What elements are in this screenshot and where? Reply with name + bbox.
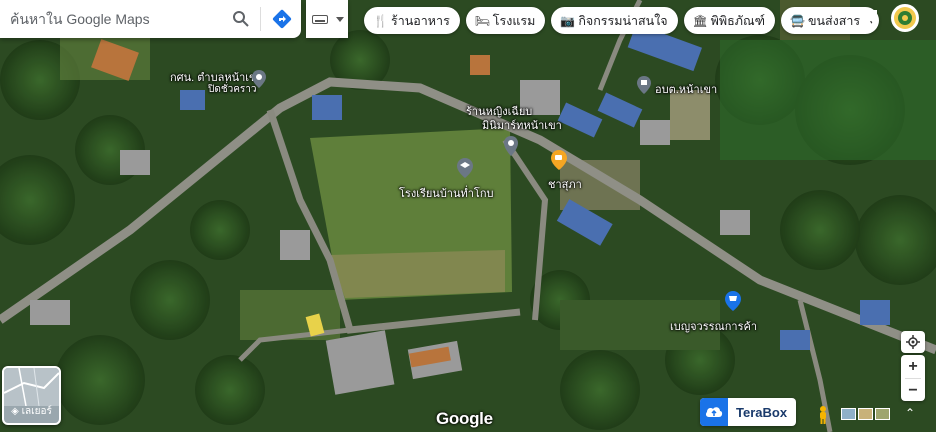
layers-preview — [4, 368, 59, 407]
my-location-button[interactable] — [901, 331, 925, 353]
chip-hotels[interactable]: 🛏 โรงแรม — [465, 7, 546, 34]
shopping-pin-icon[interactable] — [725, 291, 741, 311]
layers-stack-icon: ◈ — [11, 406, 19, 417]
shop-pin-icon[interactable] — [504, 136, 518, 156]
search-box — [0, 0, 301, 38]
layers-label: เลเยอร์ — [21, 406, 52, 417]
map-pin-icon[interactable] — [252, 70, 266, 88]
cafe-pin-icon[interactable] — [551, 150, 567, 170]
apps-grid-icon[interactable] — [861, 10, 879, 28]
keyboard-icon — [312, 14, 328, 24]
terabox-button[interactable]: TeraBox — [700, 398, 796, 426]
chip-label: กิจกรรมน่าสนใจ — [578, 13, 668, 28]
transit-icon: 🚍 — [789, 13, 805, 28]
chip-label: พิพิธภัณฑ์ — [710, 13, 765, 28]
location-target-icon — [906, 335, 920, 349]
separator — [260, 7, 261, 31]
zoom-out-button[interactable]: − — [901, 379, 925, 402]
place-label-store[interactable]: เบญจวรรณการค้า — [670, 317, 757, 335]
place-label-cha[interactable]: ชาสุภา — [548, 175, 582, 193]
chip-museums[interactable]: 🏛 พิพิธภัณฑ์ — [683, 7, 775, 34]
camera-icon: 📷 — [560, 13, 576, 28]
museum-icon: 🏛 — [692, 13, 708, 28]
zoom-in-button[interactable]: + — [901, 355, 925, 378]
cloud-upload-icon — [700, 398, 728, 426]
fork-knife-icon: 🍴 — [373, 13, 388, 28]
search-input[interactable] — [10, 11, 220, 27]
satellite-map[interactable] — [0, 0, 936, 432]
government-pin-icon[interactable] — [637, 76, 651, 94]
chip-label: ขนส่งสาร — [807, 13, 861, 28]
place-label-obt[interactable]: อบต.หน้าเขา — [655, 80, 717, 98]
expand-up-icon[interactable]: ⌃ — [905, 406, 915, 420]
account-avatar[interactable] — [891, 4, 919, 32]
zoom-controls: + − — [901, 355, 925, 401]
terabox-label: TeraBox — [736, 404, 788, 420]
chevron-down-icon — [336, 16, 344, 22]
pegman-icon[interactable] — [817, 406, 829, 424]
directions-button[interactable] — [267, 4, 297, 34]
layers-button[interactable]: ◈ เลเยอร์ — [2, 366, 61, 425]
google-logo: Google — [436, 409, 493, 428]
search-icon — [233, 11, 249, 27]
avatar-emblem-icon — [894, 7, 916, 29]
layers-label-row: ◈ เลเยอร์ — [4, 404, 59, 419]
imagery-thumbnails[interactable] — [841, 408, 890, 420]
chip-restaurants[interactable]: 🍴 ร้านอาหาร — [364, 7, 460, 34]
bed-icon: 🛏 — [474, 13, 491, 28]
directions-icon — [272, 9, 292, 29]
place-label-shop-line2: มินิมาร์ทหน้าเขา — [482, 120, 562, 132]
school-pin-icon[interactable] — [457, 158, 473, 178]
search-button[interactable] — [226, 4, 256, 34]
chip-label: ร้านอาหาร — [391, 13, 450, 28]
place-status: ปิดชั่วคราว — [208, 84, 257, 95]
chip-things-to-do[interactable]: 📷 กิจกรรมน่าสนใจ — [551, 7, 678, 34]
place-label-school[interactable]: โรงเรียนบ้านท่ำโกบ — [399, 184, 493, 202]
category-chips: 🍴 ร้านอาหาร 🛏 โรงแรม 📷 กิจกรรมน่าสนใจ 🏛 … — [364, 7, 879, 34]
input-tools-button[interactable] — [306, 0, 348, 38]
chip-label: โรงแรม — [492, 13, 536, 28]
